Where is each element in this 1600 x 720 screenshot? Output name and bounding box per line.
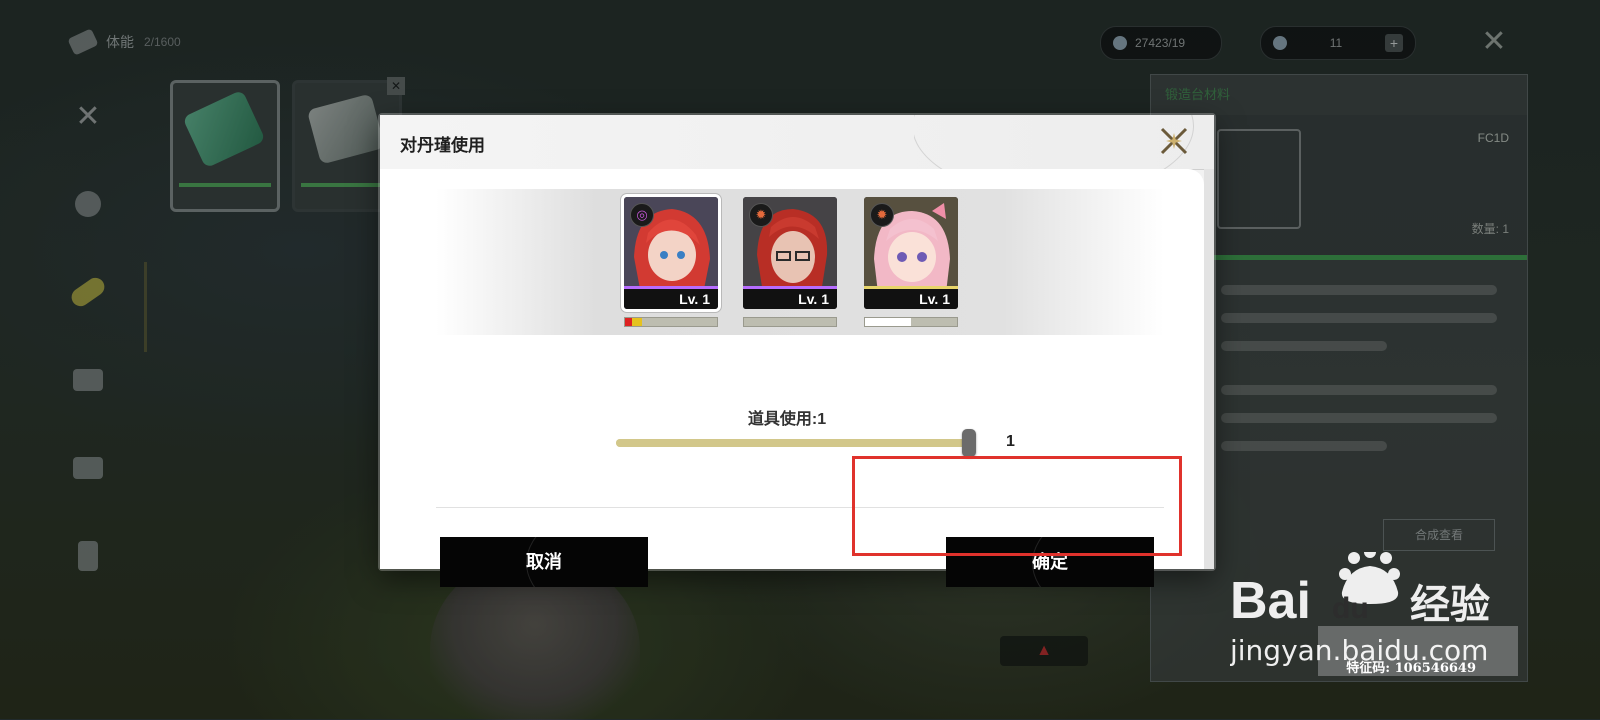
character-card[interactable]: ◎ Lv. 1 bbox=[624, 197, 718, 327]
character-card[interactable]: ✹ Lv. 1 bbox=[864, 197, 958, 327]
fire-element-icon: ✹ bbox=[749, 203, 773, 227]
exp-fill bbox=[625, 318, 642, 326]
void-element-icon: ◎ bbox=[630, 203, 654, 227]
character-portrait-frame: ✹ Lv. 1 bbox=[743, 197, 837, 309]
exp-bar bbox=[864, 317, 958, 327]
character-portrait-frame: ✹ Lv. 1 bbox=[864, 197, 958, 309]
character-card[interactable]: ✹ Lv. 1 bbox=[743, 197, 837, 327]
dialog-header: 对丹瑾使用 bbox=[380, 115, 1214, 170]
character-level: Lv. 1 bbox=[743, 289, 837, 309]
watermark-brand-cn: 经验 bbox=[1410, 582, 1490, 628]
slider-fill bbox=[616, 439, 966, 447]
quantity-slider[interactable] bbox=[616, 429, 976, 457]
watermark-code: 特征码: 106546649 bbox=[1346, 661, 1476, 676]
character-level: Lv. 1 bbox=[864, 289, 958, 309]
slider-value: 1 bbox=[1006, 433, 1015, 450]
baidu-watermark: Bai du 经验 jingyan.baidu.com 特征码: 1065466… bbox=[1229, 546, 1530, 682]
exp-fill bbox=[865, 318, 911, 326]
fire-element-icon: ✹ bbox=[870, 203, 894, 227]
item-usage-label: 道具使用:1 bbox=[747, 411, 827, 428]
watermark-brand-du: du bbox=[1332, 592, 1369, 625]
tutorial-highlight-box bbox=[852, 456, 1182, 556]
exp-bar bbox=[743, 317, 837, 327]
exp-bar bbox=[624, 317, 718, 327]
cancel-button[interactable]: 取消 bbox=[440, 537, 648, 587]
watermark-brand: Bai bbox=[1230, 572, 1311, 630]
dialog-title: 对丹瑾使用 bbox=[400, 136, 485, 155]
dialog-close-icon[interactable] bbox=[1156, 123, 1192, 159]
slider-handle[interactable] bbox=[962, 429, 976, 457]
character-portrait-frame: ◎ Lv. 1 bbox=[624, 197, 718, 309]
character-level: Lv. 1 bbox=[624, 289, 718, 309]
